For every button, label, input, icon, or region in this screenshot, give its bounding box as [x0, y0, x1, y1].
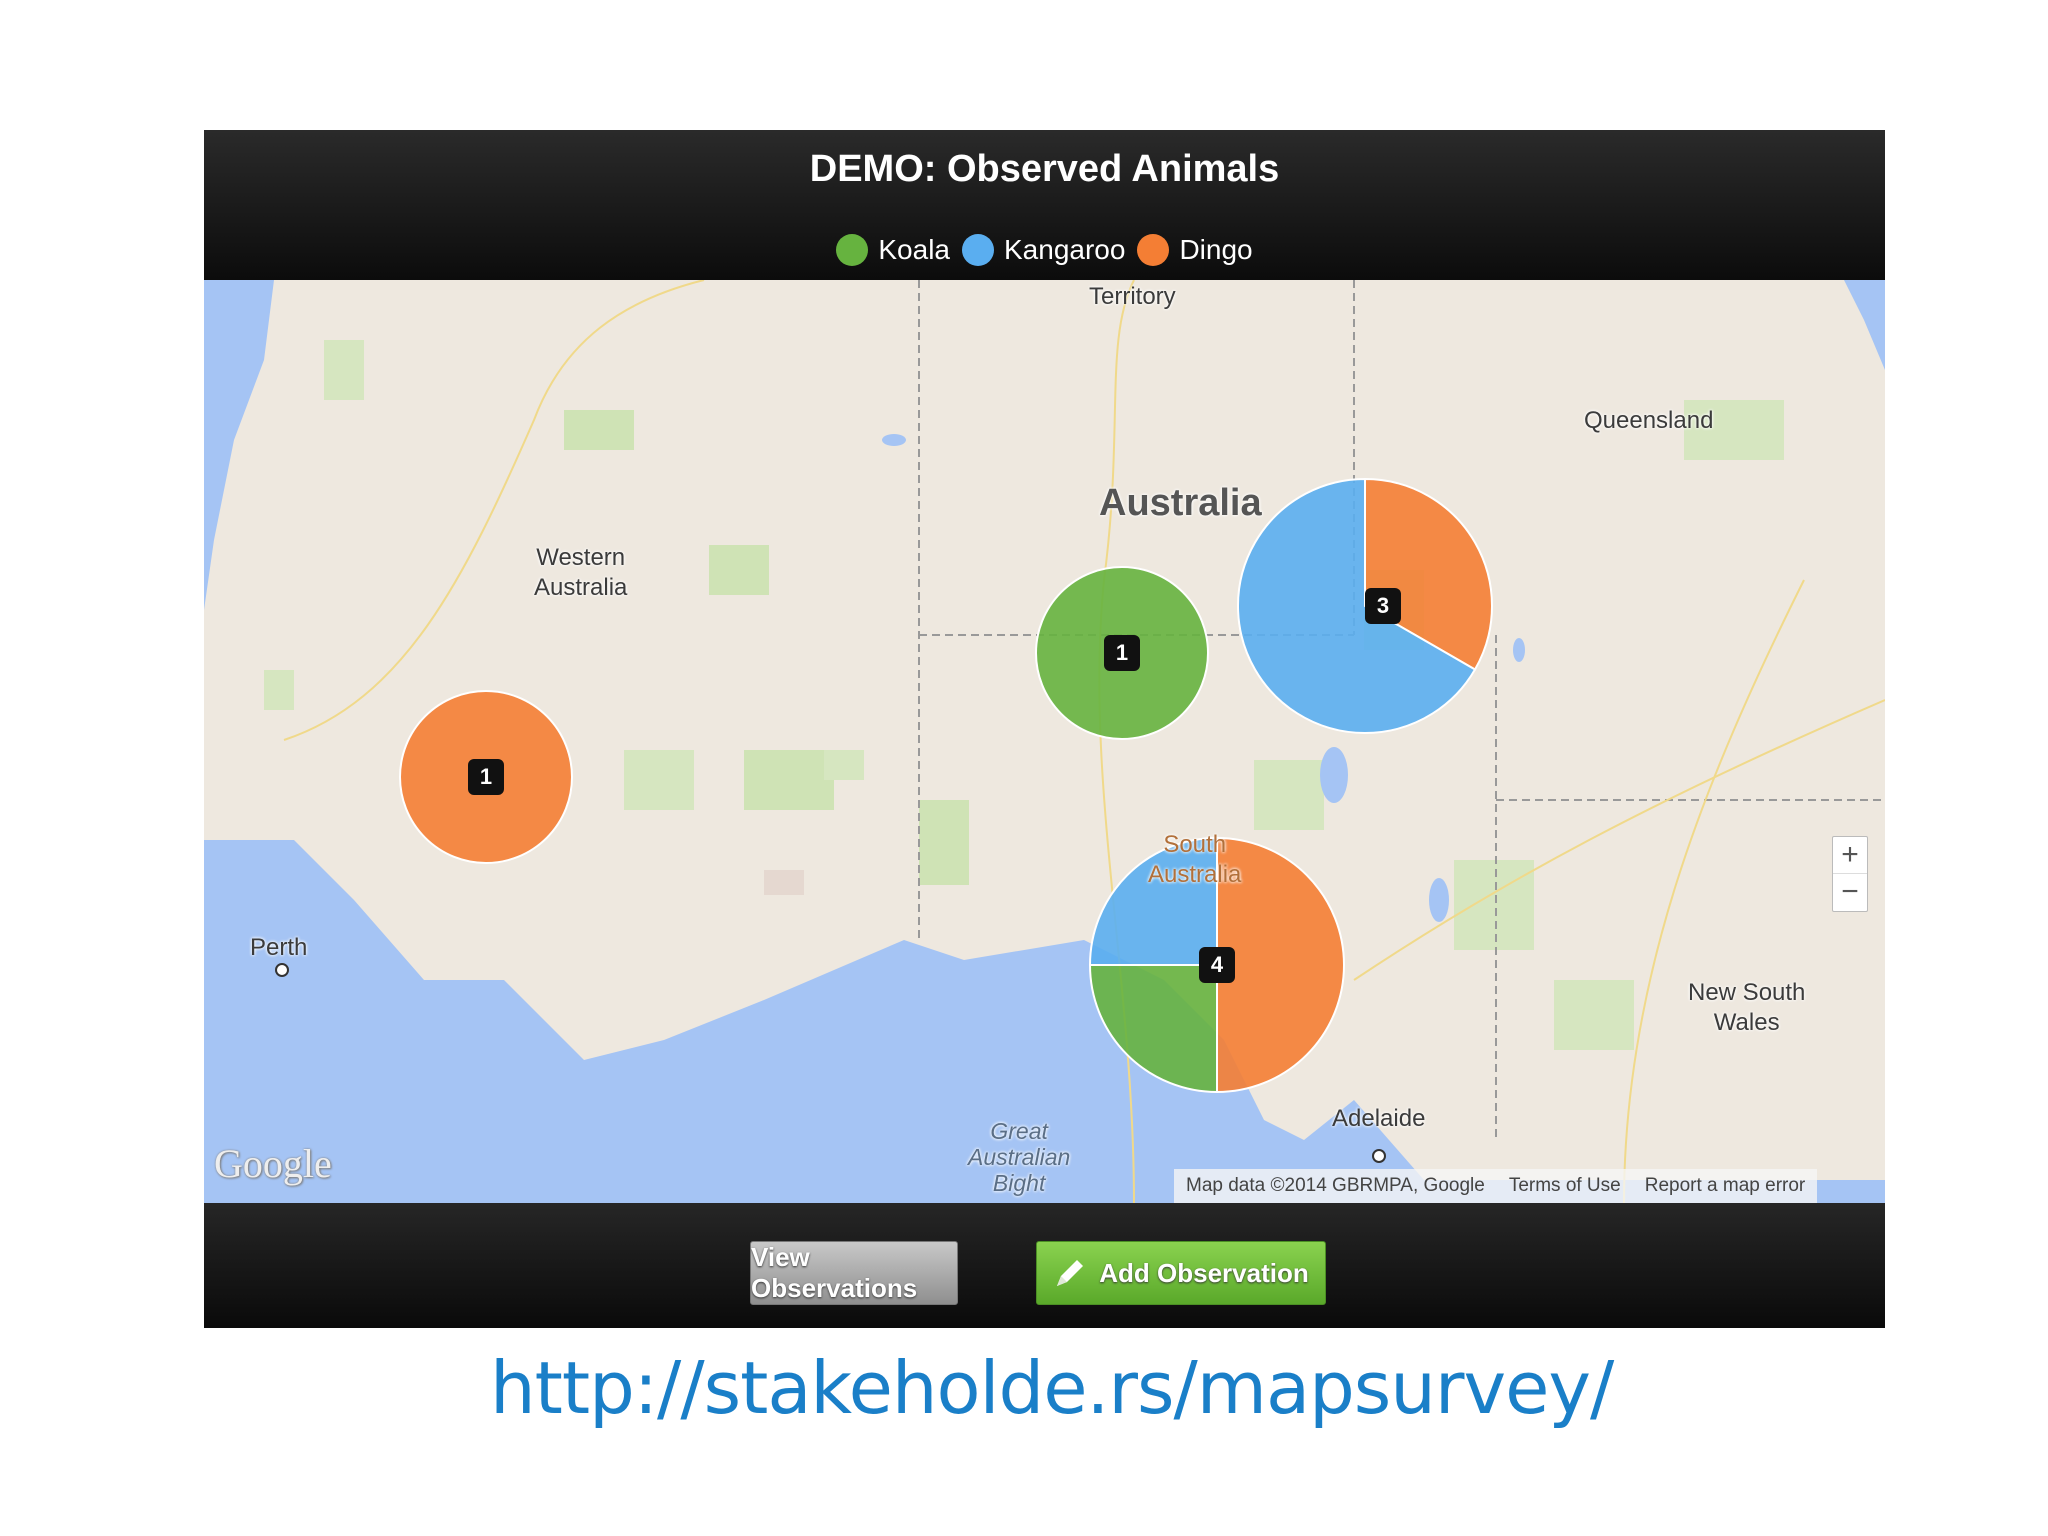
zoom-out-button[interactable]: −: [1833, 873, 1867, 910]
label-south-australia: South Australia: [1148, 831, 1242, 888]
legend-item-kangaroo: Kangaroo: [962, 234, 1125, 266]
app-frame: DEMO: Observed Animals Koala Kangaroo Di…: [204, 130, 1885, 1328]
label-perth: Perth: [250, 934, 308, 961]
label-great-australian-bight: Great Australian Bight: [968, 1118, 1071, 1196]
label-new-south-wales: New South Wales: [1688, 979, 1806, 1036]
legend-item-koala: Koala: [836, 234, 950, 266]
map-attribution: Map data ©2014 GBRMPA, Google Terms of U…: [1174, 1169, 1818, 1203]
report-map-error-link[interactable]: Report a map error: [1645, 1175, 1806, 1197]
terms-of-use-link[interactable]: Terms of Use: [1509, 1175, 1621, 1197]
label-queensland: Queensland: [1584, 407, 1714, 434]
page-title: DEMO: Observed Animals: [809, 148, 1280, 190]
legend-item-dingo: Dingo: [1137, 234, 1253, 266]
kangaroo-dot-icon: [962, 234, 994, 266]
legend-label-kangaroo: Kangaroo: [1004, 234, 1126, 265]
map-canvas[interactable]: Territory Queensland Australia Western A…: [204, 280, 1885, 1203]
cluster-badge-1[interactable]: 1: [468, 759, 504, 795]
cluster-badge-2[interactable]: 1: [1104, 635, 1140, 671]
zoom-control: + −: [1832, 836, 1868, 912]
app-header: DEMO: Observed Animals Koala Kangaroo Di…: [204, 130, 1885, 280]
label-territory: Territory: [1089, 283, 1176, 310]
label-australia: Australia: [1099, 482, 1262, 524]
google-logo: Google: [214, 1141, 332, 1186]
app-footer: View Observations Add Observation: [204, 1203, 1885, 1328]
view-observations-label: View Observations: [751, 1242, 918, 1303]
legend: Koala Kangaroo Dingo: [204, 234, 1885, 266]
label-western-australia: Western Australia: [534, 544, 628, 601]
cluster-badge-4[interactable]: 4: [1199, 947, 1235, 983]
zoom-in-button[interactable]: +: [1833, 837, 1867, 873]
add-observation-label: Add Observation: [1099, 1257, 1309, 1288]
cluster-badge-3[interactable]: 3: [1365, 588, 1401, 624]
koala-dot-icon: [836, 234, 869, 266]
add-observation-button[interactable]: Add Observation: [1036, 1241, 1326, 1305]
legend-label-dingo: Dingo: [1179, 234, 1253, 265]
survey-url[interactable]: http://stakeholde.rs/mapsurvey/: [490, 1346, 1614, 1430]
view-observations-button[interactable]: View Observations: [750, 1241, 958, 1305]
legend-label-koala: Koala: [878, 234, 950, 265]
label-adelaide: Adelaide: [1332, 1105, 1426, 1132]
pencil-icon: [1057, 1260, 1084, 1286]
dingo-dot-icon: [1137, 234, 1170, 266]
map-data-credit: Map data ©2014 GBRMPA, Google: [1186, 1175, 1485, 1196]
